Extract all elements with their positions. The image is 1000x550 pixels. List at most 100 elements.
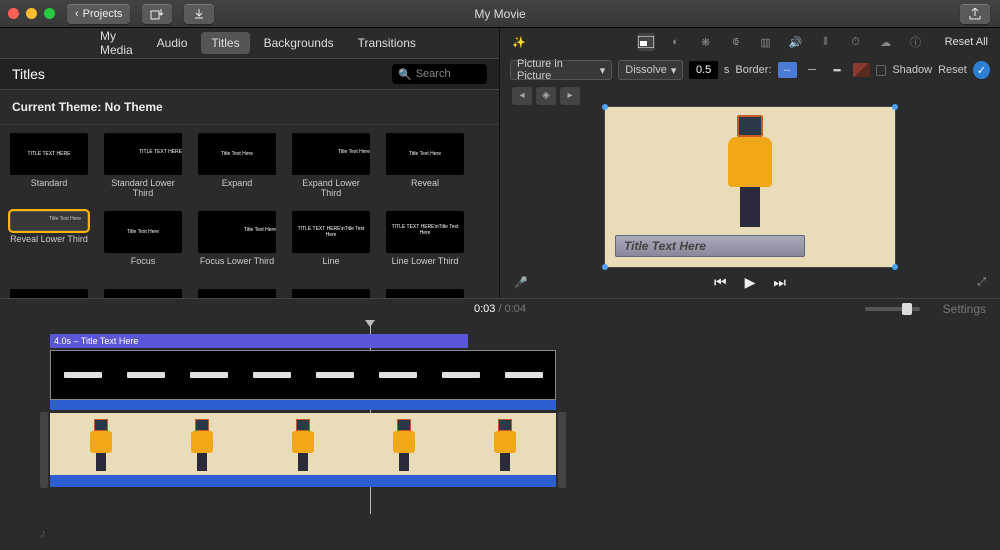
border-label: Border:	[735, 64, 771, 76]
transport-controls: 🎤 ⏮ ▶ ⏭ ⤢	[500, 267, 1000, 298]
title-text-overlay[interactable]: Title Text Here	[615, 235, 805, 257]
close-window-icon[interactable]	[8, 8, 19, 19]
video-clip-audio[interactable]	[50, 475, 556, 487]
clip-trim-handle-left[interactable]	[40, 412, 48, 488]
library-tabs: My Media Audio Titles Backgrounds Transi…	[0, 28, 499, 58]
overlay-settings-icon[interactable]	[637, 33, 655, 51]
share-icon	[969, 8, 981, 20]
title-item-expand-lower-third[interactable]: Title Text HereExpand Lower Third	[292, 133, 370, 199]
voiceover-icon[interactable]: 🎤	[514, 276, 528, 289]
duration-input[interactable]: 0.5	[689, 61, 718, 79]
time-ruler: 0:03 / 0:04 Settings	[0, 298, 1000, 318]
section-title: Titles	[12, 66, 45, 82]
title-item-expand[interactable]: Title Text HereExpand	[198, 133, 276, 199]
filter-icon[interactable]: ☁	[877, 33, 895, 51]
theme-label: Current Theme: No Theme	[0, 90, 499, 125]
stabilize-icon[interactable]: ▥	[757, 33, 775, 51]
match-frame-button[interactable]: ◈	[536, 87, 556, 105]
timeline[interactable]: 4.0s – Title Text Here ♪	[0, 318, 1000, 550]
search-input[interactable]: 🔍 Search	[392, 64, 487, 84]
minimize-window-icon[interactable]	[26, 8, 37, 19]
title-item-extra-3[interactable]	[198, 289, 276, 298]
import-media-button[interactable]	[142, 4, 172, 24]
prev-edit-button[interactable]: ◂	[512, 87, 532, 105]
next-clip-button[interactable]: ⏭	[773, 274, 786, 291]
reset-all-button[interactable]: Reset All	[945, 36, 988, 48]
preview-viewer[interactable]: Title Text Here	[500, 107, 1000, 267]
share-button[interactable]	[960, 4, 990, 24]
video-clip-thumbnail-strip[interactable]	[50, 413, 556, 475]
speed-icon[interactable]: ⏱	[847, 33, 865, 51]
projects-back-button[interactable]: ‹ Projects	[67, 4, 130, 24]
maximize-window-icon[interactable]	[44, 8, 55, 19]
resize-handle-icon[interactable]	[892, 104, 898, 110]
overlay-mode-select[interactable]: Picture in Picture▾	[510, 60, 612, 80]
title-item-extra-5[interactable]	[386, 289, 464, 298]
total-duration: 0:04	[505, 303, 526, 315]
title-clip-header[interactable]: 4.0s – Title Text Here	[50, 334, 468, 348]
window-titlebar: ‹ Projects My Movie	[0, 0, 1000, 28]
border-thick-button[interactable]: ━	[828, 62, 847, 78]
title-item-focus-lower-third[interactable]: Title Text HereFocus Lower Third	[198, 211, 276, 277]
border-none-button[interactable]: ┄	[778, 62, 797, 78]
viewer-nav: ◂ ◈ ▸	[500, 84, 1000, 107]
music-track-icon: ♪	[40, 526, 46, 540]
download-button[interactable]	[184, 4, 214, 24]
apply-button[interactable]: ✓	[973, 61, 990, 79]
title-item-line[interactable]: TITLE TEXT HERE\nTitle Text HereLine	[292, 211, 370, 277]
color-balance-icon[interactable]: ◐	[667, 33, 685, 51]
viewer-pane: ✨ ◐ ❋ ⟃ ▥ 🔊 ⫴ ⏱ ☁ ⓘ Reset All Picture in…	[500, 28, 1000, 298]
timeline-settings-button[interactable]: Settings	[943, 302, 986, 316]
search-placeholder: Search	[416, 68, 451, 80]
overlay-options-row: Picture in Picture▾ Dissolve▾ 0.5 s Bord…	[500, 57, 1000, 84]
shadow-checkbox[interactable]	[876, 65, 887, 76]
current-time: 0:03	[474, 303, 495, 315]
tab-backgrounds[interactable]: Backgrounds	[254, 32, 344, 54]
fullscreen-icon[interactable]: ⤢	[977, 276, 986, 289]
title-item-extra-1[interactable]	[10, 289, 88, 298]
title-item-focus[interactable]: Title Text HereFocus	[104, 211, 182, 277]
magic-wand-icon[interactable]: ✨	[512, 36, 526, 49]
zoom-slider[interactable]	[865, 307, 920, 311]
duration-unit: s	[724, 64, 730, 76]
title-clip-thumbnail-strip[interactable]	[50, 350, 556, 400]
overlay-reset-button[interactable]: Reset	[938, 64, 967, 76]
title-item-standard-lower-third[interactable]: TITLE TEXT HEREStandard Lower Third	[104, 133, 182, 199]
traffic-lights	[8, 8, 55, 19]
chevron-left-icon: ‹	[75, 8, 79, 20]
resize-handle-icon[interactable]	[602, 104, 608, 110]
window-title: My Movie	[474, 7, 525, 21]
title-item-line-lower-third[interactable]: TITLE TEXT HERE\nTitle Text HereLine Low…	[386, 211, 464, 277]
library-subheader: Titles 🔍 Search	[0, 58, 499, 90]
border-color-swatch[interactable]	[853, 63, 870, 77]
play-button[interactable]: ▶	[745, 274, 756, 291]
title-item-reveal[interactable]: Title Text HereReveal	[386, 133, 464, 199]
equalizer-icon[interactable]: ⫴	[817, 33, 835, 51]
tab-transitions[interactable]: Transitions	[348, 32, 426, 54]
projects-label: Projects	[83, 8, 123, 20]
title-item-extra-2[interactable]	[104, 289, 182, 298]
title-item-standard[interactable]: TITLE TEXT HEREStandard	[10, 133, 88, 199]
prev-clip-button[interactable]: ⏮	[714, 274, 727, 291]
volume-icon[interactable]: 🔊	[787, 33, 805, 51]
border-thin-button[interactable]: ─	[803, 62, 822, 78]
title-clip-audio[interactable]	[50, 400, 556, 410]
titles-grid: TITLE TEXT HEREStandard TITLE TEXT HERES…	[0, 125, 499, 298]
chevron-down-icon: ▾	[600, 64, 606, 77]
import-icon	[150, 8, 164, 20]
title-item-extra-4[interactable]	[292, 289, 370, 298]
crop-icon[interactable]: ⟃	[727, 33, 745, 51]
info-icon[interactable]: ⓘ	[907, 33, 925, 51]
video-content	[720, 115, 780, 235]
tab-titles[interactable]: Titles	[201, 32, 249, 54]
chevron-down-icon: ▾	[671, 64, 677, 77]
next-edit-button[interactable]: ▸	[560, 87, 580, 105]
inspector-tools: ✨ ◐ ❋ ⟃ ▥ 🔊 ⫴ ⏱ ☁ ⓘ Reset All	[500, 28, 1000, 57]
title-item-reveal-lower-third[interactable]: Title Text HereReveal Lower Third	[10, 211, 88, 277]
color-correct-icon[interactable]: ❋	[697, 33, 715, 51]
tab-audio[interactable]: Audio	[147, 32, 198, 54]
tab-my-media[interactable]: My Media	[90, 25, 143, 61]
transition-select[interactable]: Dissolve▾	[618, 60, 683, 80]
shadow-label: Shadow	[892, 64, 932, 76]
clip-trim-handle-right[interactable]	[558, 412, 566, 488]
